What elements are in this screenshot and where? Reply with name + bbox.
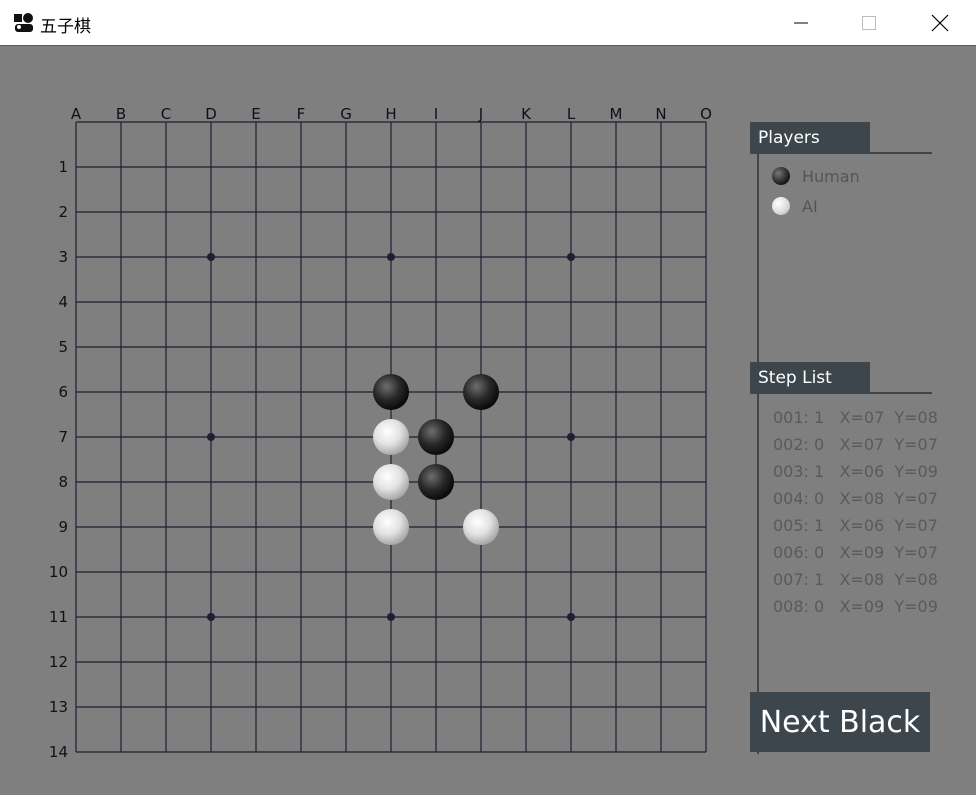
star-point (387, 253, 395, 261)
step-list-item: 002: 0 X=07 Y=07 (773, 435, 938, 454)
star-point (207, 433, 215, 441)
step-list-item: 008: 0 X=09 Y=09 (773, 597, 938, 616)
players-panel-divider (750, 152, 932, 154)
step-list-item: 006: 0 X=09 Y=07 (773, 543, 938, 562)
row-label: 12 (49, 653, 68, 671)
row-label: 1 (58, 158, 68, 176)
row-label: 4 (58, 293, 68, 311)
step-list-item: 003: 1 X=06 Y=09 (773, 462, 938, 481)
close-button[interactable] (917, 0, 963, 46)
maximize-button[interactable] (846, 0, 892, 46)
player-human: Human (772, 165, 860, 187)
row-label: 2 (58, 203, 68, 221)
row-label: 3 (58, 248, 68, 266)
white-stone (373, 464, 409, 500)
minimize-button[interactable] (778, 0, 824, 46)
star-point (387, 613, 395, 621)
black-stone (373, 374, 409, 410)
close-icon (931, 14, 949, 32)
row-label: 13 (49, 698, 68, 716)
white-stone (373, 419, 409, 455)
player-name: Human (802, 166, 860, 186)
step-list-item: 007: 1 X=08 Y=08 (773, 570, 938, 589)
row-label: 10 (49, 563, 68, 581)
black-stone-icon (772, 167, 790, 185)
column-label: C (161, 105, 171, 123)
black-stone (418, 419, 454, 455)
players-panel-border (757, 152, 759, 362)
column-label: J (478, 105, 483, 123)
column-label: N (655, 105, 666, 123)
step-list-item: 005: 1 X=06 Y=07 (773, 516, 938, 535)
row-label: 11 (49, 608, 68, 626)
row-label: 5 (58, 338, 68, 356)
column-label: E (251, 105, 260, 123)
column-label: K (521, 105, 532, 123)
minimize-icon (794, 22, 808, 24)
maximize-icon (862, 16, 876, 30)
column-label: D (205, 105, 217, 123)
row-label: 14 (49, 743, 68, 761)
column-label: I (434, 105, 438, 123)
step-list-item: 001: 1 X=07 Y=08 (773, 408, 938, 427)
column-label: O (700, 105, 712, 123)
gomoku-board[interactable]: A B C D E F G H I J K L M N O1234567891011121314 (0, 0, 740, 795)
row-label: 9 (58, 518, 68, 536)
white-stone (373, 509, 409, 545)
column-label: H (385, 105, 396, 123)
star-point (567, 433, 575, 441)
row-label: 6 (58, 383, 68, 401)
player-ai: AI (772, 195, 818, 217)
star-point (567, 613, 575, 621)
star-point (207, 253, 215, 261)
step-list-divider (750, 392, 932, 394)
player-name: AI (802, 196, 818, 216)
star-point (207, 613, 215, 621)
step-list-title: Step List (750, 362, 870, 392)
row-label: 7 (58, 428, 68, 446)
players-panel-title: Players (750, 122, 870, 152)
column-label: G (340, 105, 352, 123)
black-stone (463, 374, 499, 410)
white-stone-icon (772, 197, 790, 215)
white-stone (463, 509, 499, 545)
column-label: A (71, 105, 82, 123)
column-label: F (297, 105, 306, 123)
row-label: 8 (58, 473, 68, 491)
column-label: L (567, 105, 576, 123)
step-list-item: 004: 0 X=08 Y=07 (773, 489, 938, 508)
next-turn-button[interactable]: Next Black (750, 692, 930, 752)
black-stone (418, 464, 454, 500)
star-point (567, 253, 575, 261)
column-label: B (116, 105, 126, 123)
column-label: M (610, 105, 623, 123)
